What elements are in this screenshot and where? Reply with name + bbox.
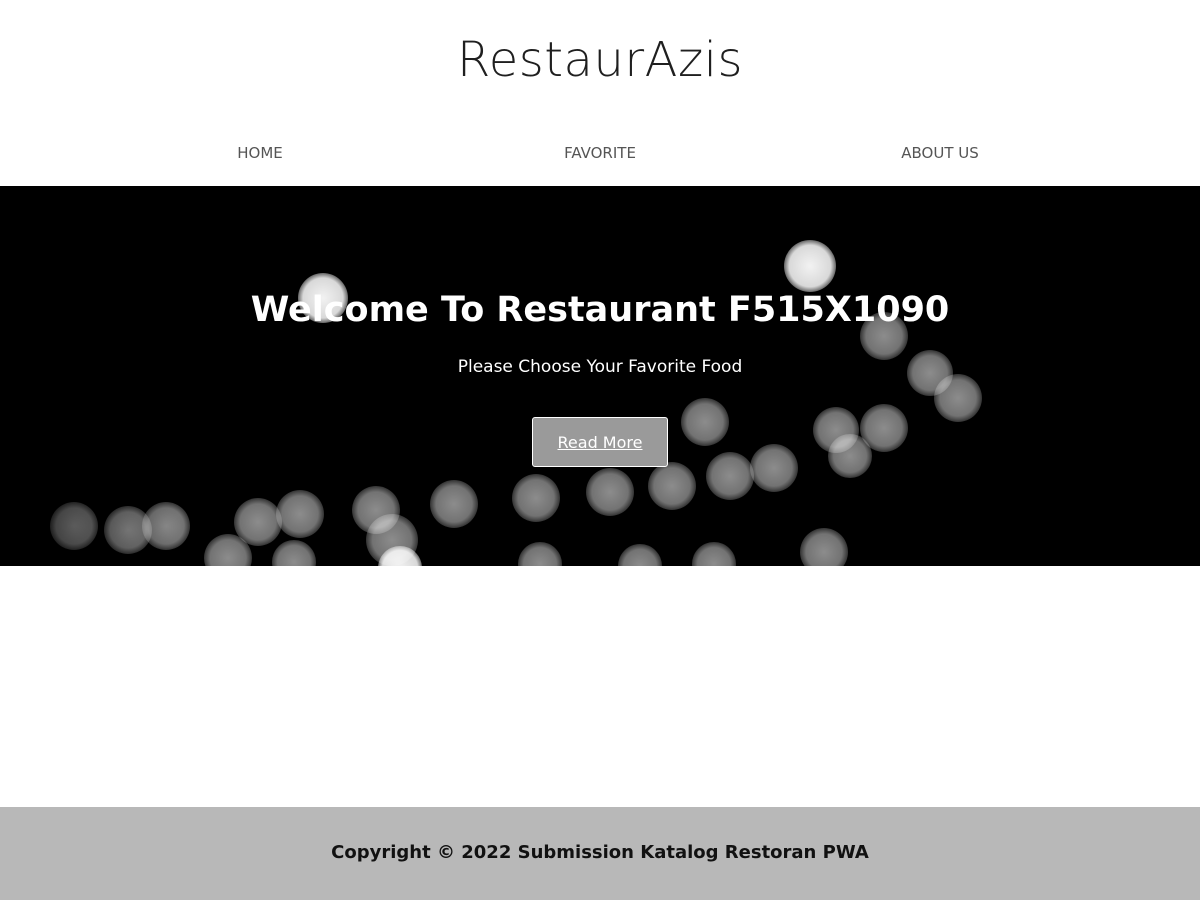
nav-about-us[interactable]: ABOUT US — [901, 140, 979, 166]
footer-copyright: Copyright © 2022 Submission Katalog Rest… — [331, 842, 869, 863]
brand-logo[interactable]: RestaurAzis — [0, 28, 1200, 92]
main-nav: HOME FAVORITE ABOUT US — [0, 140, 1200, 166]
nav-home[interactable]: HOME — [237, 140, 283, 166]
site-header: RestaurAzis HOME FAVORITE ABOUT US — [0, 0, 1200, 186]
nav-favorite[interactable]: FAVORITE — [564, 140, 636, 166]
hero-banner: Welcome To Restaurant F515X1090 Please C… — [0, 186, 1200, 566]
hero-title: Welcome To Restaurant F515X1090 — [250, 290, 950, 330]
hero-subtitle: Please Choose Your Favorite Food — [457, 357, 743, 377]
read-more-button[interactable]: Read More — [532, 417, 668, 467]
site-footer: Copyright © 2022 Submission Katalog Rest… — [0, 807, 1200, 900]
page: RestaurAzis HOME FAVORITE ABOUT US Welco… — [0, 0, 1200, 900]
